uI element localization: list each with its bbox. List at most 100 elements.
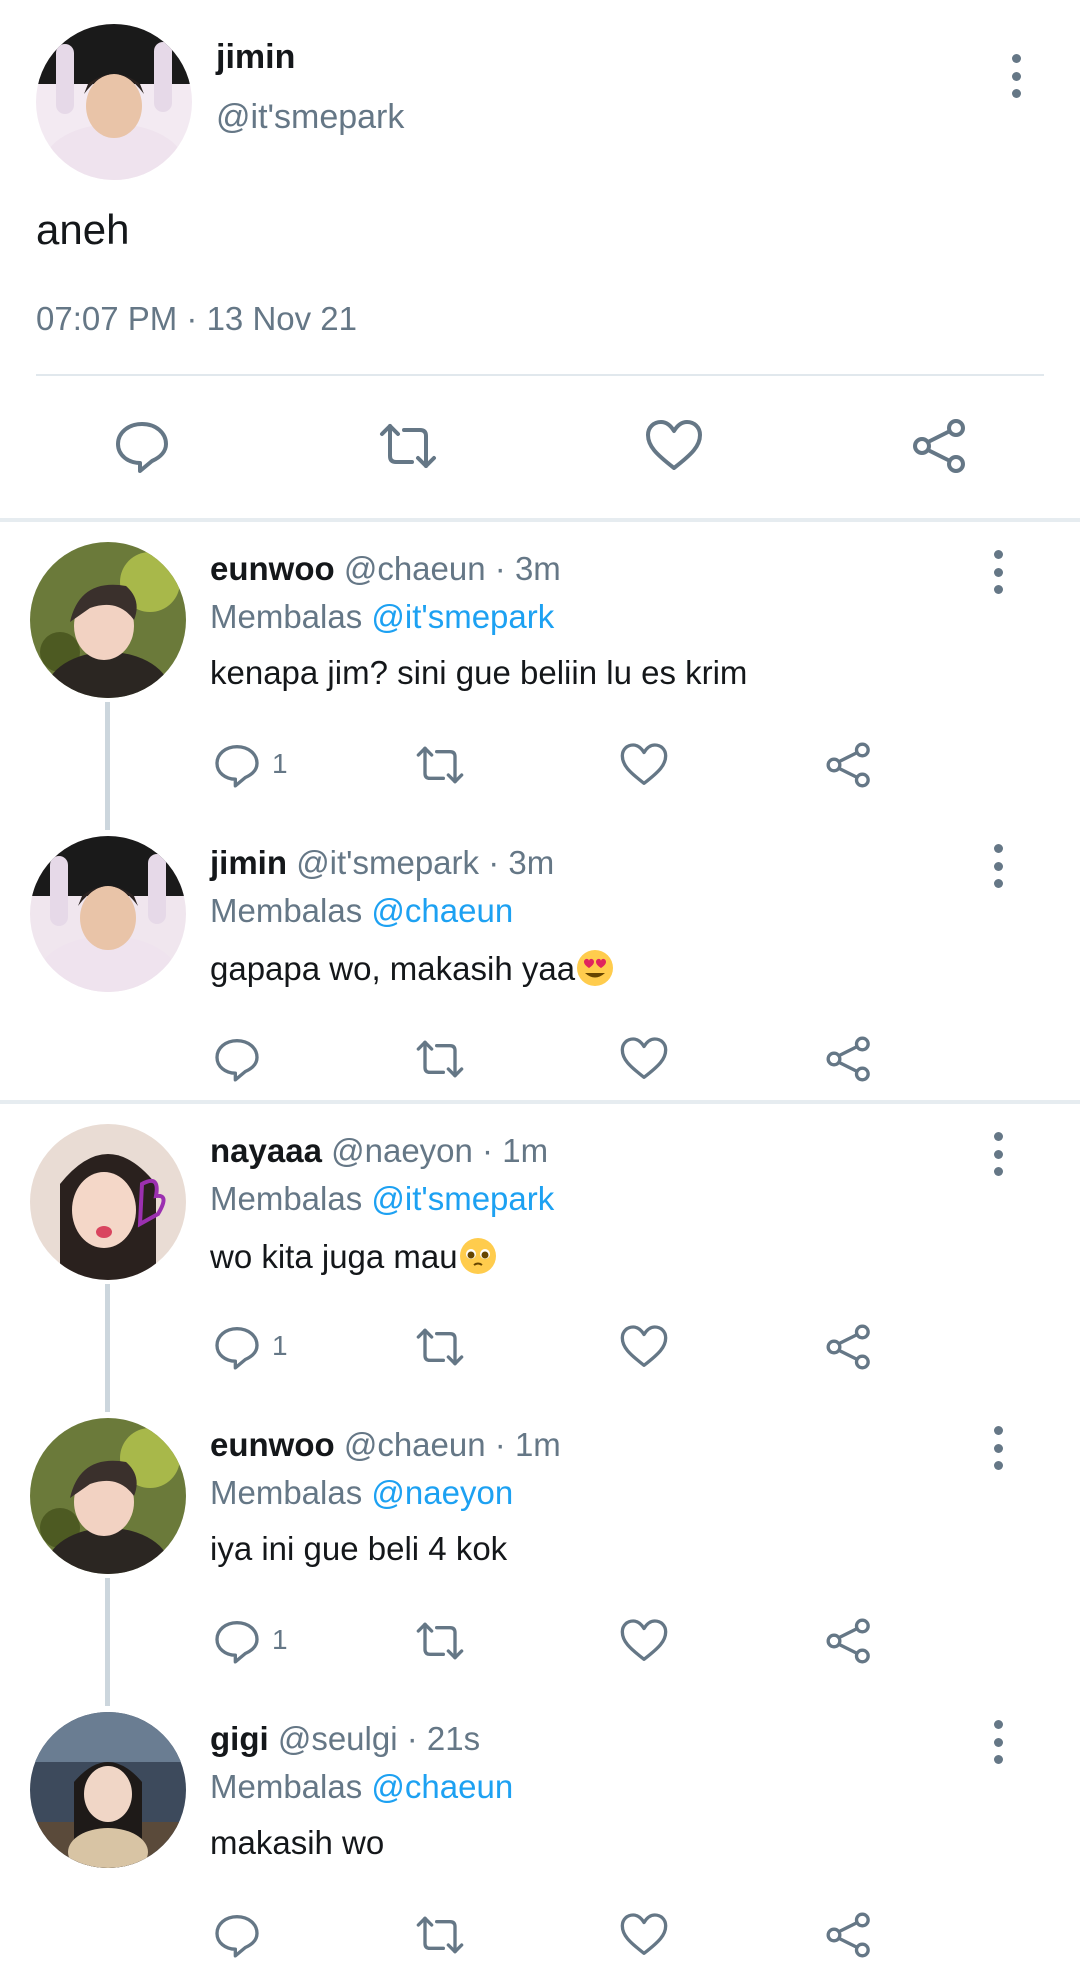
thread-line (105, 1578, 110, 1706)
replying-to-label: Membalas (210, 1180, 363, 1217)
author-handle[interactable]: @it'smepark (216, 98, 404, 137)
replying-to-label: Membalas (210, 1768, 363, 1805)
section-divider (0, 1100, 1080, 1104)
reply-time: 21s (426, 1720, 481, 1757)
reply-tweet[interactable]: eunwoo @chaeun · 1m Membalas @naeyon iya… (0, 1406, 1080, 1706)
share-icon[interactable] (910, 416, 970, 476)
retweet-icon[interactable] (415, 740, 465, 790)
more-options-icon[interactable] (988, 1132, 1008, 1176)
pleading-face-emoji (459, 1238, 496, 1274)
reply-header: eunwoo @chaeun · 1m (210, 1426, 561, 1464)
avatar[interactable] (30, 1712, 186, 1868)
reply-text: iya ini gue beli 4 kok (210, 1530, 507, 1568)
more-options-icon[interactable] (988, 1720, 1008, 1764)
tweet-text: aneh (36, 206, 130, 253)
reply-count: 1 (272, 1624, 288, 1655)
comment-icon[interactable] (212, 1910, 262, 1960)
reply-header: nayaaa @naeyon · 1m (210, 1132, 548, 1170)
avatar[interactable] (30, 1124, 186, 1280)
reply-header: eunwoo @chaeun · 3m (210, 550, 561, 588)
reply-text: makasih wo (210, 1824, 384, 1862)
reply-text: wo kita juga mau (210, 1236, 498, 1276)
author-handle[interactable]: @chaeun (344, 1426, 486, 1463)
mention-link[interactable]: @naeyon (371, 1474, 513, 1511)
retweet-icon[interactable] (378, 416, 438, 476)
mention-link[interactable]: @it'smepark (371, 1180, 554, 1217)
replying-to: Membalas @it'smepark (210, 598, 554, 636)
more-options-icon[interactable] (1006, 54, 1026, 98)
reply-tweet[interactable]: gigi @seulgi · 21s Membalas @chaeun maka… (0, 1700, 1080, 1986)
reply-tweet[interactable]: jimin @it'smepark · 3m Membalas @chaeun … (0, 824, 1080, 1118)
replying-to: Membalas @chaeun (210, 1768, 513, 1806)
reply-time: 3m (514, 550, 561, 587)
author-name[interactable]: gigi (210, 1720, 269, 1757)
reply-text-content: kenapa jim? sini gue beliin lu es krim (210, 654, 748, 691)
separator-dot: · (488, 844, 500, 881)
heart-icon[interactable] (619, 740, 669, 790)
share-icon[interactable] (824, 1322, 874, 1372)
heart-icon[interactable] (619, 1034, 669, 1084)
thread-line (105, 702, 110, 830)
reply-text-content: makasih wo (210, 1824, 385, 1861)
thread-line (105, 1284, 110, 1412)
separator-dot: · (406, 1720, 418, 1757)
reply-header: gigi @seulgi · 21s (210, 1720, 480, 1758)
heart-eyes-emoji (577, 950, 614, 986)
more-options-icon[interactable] (988, 1426, 1008, 1470)
avatar[interactable] (30, 836, 186, 992)
reply-text: gapapa wo, makasih yaa (210, 948, 615, 988)
comment-icon[interactable] (212, 1034, 262, 1084)
heart-icon[interactable] (644, 416, 704, 476)
replying-to: Membalas @it'smepark (210, 1180, 554, 1218)
reply-tweet[interactable]: eunwoo @chaeun · 3m Membalas @it'smepark… (0, 530, 1080, 830)
reply-tweet[interactable]: nayaaa @naeyon · 1m Membalas @it'smepark… (0, 1112, 1080, 1412)
reply-time: 3m (508, 844, 555, 881)
retweet-icon[interactable] (415, 1910, 465, 1960)
share-icon[interactable] (824, 1616, 874, 1666)
more-options-icon[interactable] (988, 844, 1008, 888)
replying-to-label: Membalas (210, 892, 363, 929)
reply-time: 1m (514, 1426, 561, 1463)
author-name[interactable]: jimin (210, 844, 287, 881)
replying-to-label: Membalas (210, 1474, 363, 1511)
divider (36, 374, 1044, 376)
reply-text-content: gapapa wo, makasih yaa (210, 950, 576, 987)
comment-icon[interactable] (212, 740, 262, 790)
share-icon[interactable] (824, 740, 874, 790)
avatar[interactable] (30, 542, 186, 698)
heart-icon[interactable] (619, 1616, 669, 1666)
author-handle[interactable]: @chaeun (344, 550, 486, 587)
section-divider (0, 518, 1080, 522)
tweet-timestamp: 07:07 PM · 13 Nov 21 (36, 300, 358, 337)
share-icon[interactable] (824, 1034, 874, 1084)
reply-count: 1 (272, 1330, 288, 1361)
avatar[interactable] (30, 1418, 186, 1574)
heart-icon[interactable] (619, 1910, 669, 1960)
mention-link[interactable]: @chaeun (371, 892, 513, 929)
retweet-icon[interactable] (415, 1034, 465, 1084)
replying-to: Membalas @chaeun (210, 892, 513, 930)
author-name[interactable]: eunwoo (210, 550, 335, 587)
avatar[interactable] (36, 24, 192, 180)
author-handle[interactable]: @it'smepark (296, 844, 479, 881)
retweet-icon[interactable] (415, 1322, 465, 1372)
mention-link[interactable]: @it'smepark (371, 598, 554, 635)
comment-icon[interactable] (112, 416, 172, 476)
separator-dot: · (482, 1132, 494, 1169)
reply-count: 1 (272, 748, 288, 779)
author-name[interactable]: nayaaa (210, 1132, 322, 1169)
separator-dot: · (494, 550, 506, 587)
author-handle[interactable]: @seulgi (278, 1720, 398, 1757)
heart-icon[interactable] (619, 1322, 669, 1372)
share-icon[interactable] (824, 1910, 874, 1960)
reply-header: jimin @it'smepark · 3m (210, 844, 554, 882)
replying-to: Membalas @naeyon (210, 1474, 513, 1512)
comment-icon[interactable] (212, 1322, 262, 1372)
author-name[interactable]: eunwoo (210, 1426, 335, 1463)
author-name[interactable]: jimin (216, 38, 295, 77)
retweet-icon[interactable] (415, 1616, 465, 1666)
mention-link[interactable]: @chaeun (371, 1768, 513, 1805)
more-options-icon[interactable] (988, 550, 1008, 594)
author-handle[interactable]: @naeyon (331, 1132, 473, 1169)
comment-icon[interactable] (212, 1616, 262, 1666)
